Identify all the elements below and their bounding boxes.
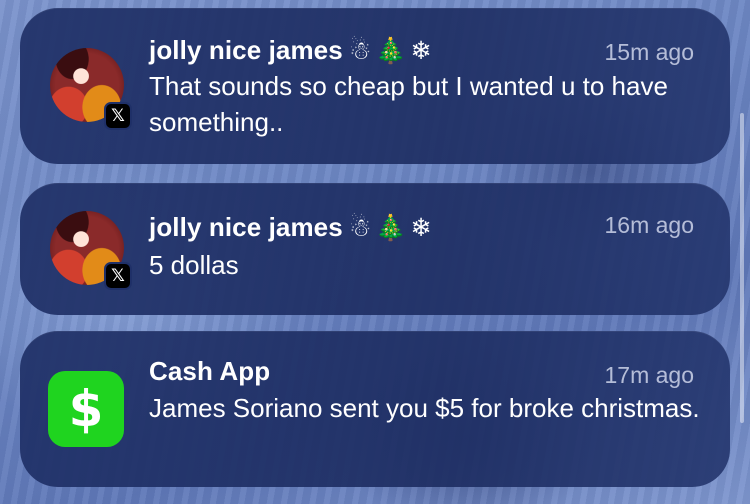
notification-message: James Soriano sent you $5 for broke chri… <box>149 393 700 423</box>
holiday-emoji-icons: ☃🎄❄ <box>348 36 436 65</box>
cashapp-icon: $ <box>48 371 124 447</box>
scrollbar[interactable] <box>740 113 744 423</box>
notification-message: That sounds so cheap but I wanted u to h… <box>149 71 668 137</box>
notification-x-1[interactable]: 𝕏 jolly nice james ☃🎄❄ 15m ago That sound… <box>20 8 730 164</box>
notification-timestamp: 15m ago <box>604 39 694 65</box>
x-logo-icon: 𝕏 <box>104 262 132 290</box>
notification-message: 5 dollas <box>149 250 239 280</box>
holiday-emoji-icons: ☃🎄❄ <box>348 213 436 242</box>
notification-title: jolly nice james ☃🎄❄ <box>149 212 435 243</box>
x-logo-icon: 𝕏 <box>104 102 132 130</box>
notification-timestamp: 17m ago <box>604 362 694 388</box>
notification-x-2[interactable]: 𝕏 jolly nice james ☃🎄❄ 16m ago 5 dollas <box>20 183 730 315</box>
notification-timestamp: 16m ago <box>604 212 694 238</box>
app-name: Cash App <box>149 356 271 386</box>
notification-title: jolly nice james ☃🎄❄ <box>149 35 435 66</box>
notification-cashapp[interactable]: $ Cash App 17m ago James Soriano sent yo… <box>20 331 730 487</box>
sender-name: jolly nice james <box>149 212 343 242</box>
sender-name: jolly nice james <box>149 35 343 65</box>
notification-title: Cash App <box>149 356 270 387</box>
